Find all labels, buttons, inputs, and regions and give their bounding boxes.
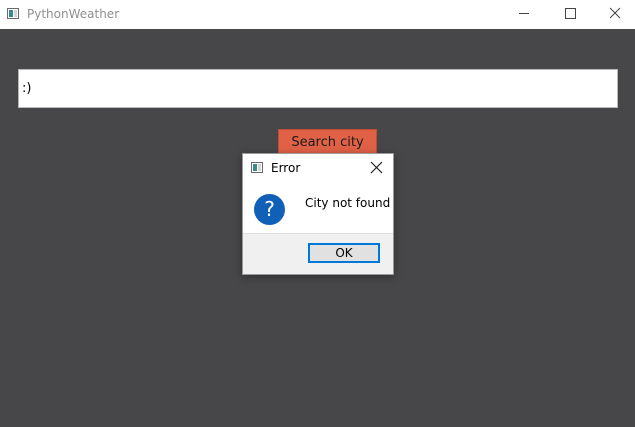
dialog-button-area: OK <box>243 233 393 274</box>
close-icon <box>370 161 383 174</box>
maximize-icon <box>565 8 576 19</box>
maximize-button[interactable] <box>547 0 593 29</box>
dialog-close-button[interactable] <box>365 158 389 178</box>
app-icon <box>7 8 19 19</box>
dialog-title-bar[interactable]: Error <box>243 154 393 182</box>
minimize-button[interactable] <box>501 0 547 29</box>
title-bar[interactable]: PythonWeather <box>0 0 635 29</box>
city-input[interactable] <box>18 69 618 108</box>
ok-button[interactable]: OK <box>308 243 380 263</box>
dialog-message: City not found <box>305 196 391 210</box>
window-title: PythonWeather <box>27 7 120 21</box>
dialog-app-icon <box>251 162 263 173</box>
app-window: PythonWeather Search city Error <box>0 0 635 427</box>
question-icon: ? <box>254 194 285 225</box>
close-icon <box>609 7 621 19</box>
error-dialog: Error ? City not found OK <box>242 153 394 275</box>
search-city-button[interactable]: Search city <box>278 129 377 155</box>
minimize-icon <box>519 13 529 14</box>
close-button[interactable] <box>592 0 635 29</box>
dialog-title: Error <box>271 161 301 175</box>
